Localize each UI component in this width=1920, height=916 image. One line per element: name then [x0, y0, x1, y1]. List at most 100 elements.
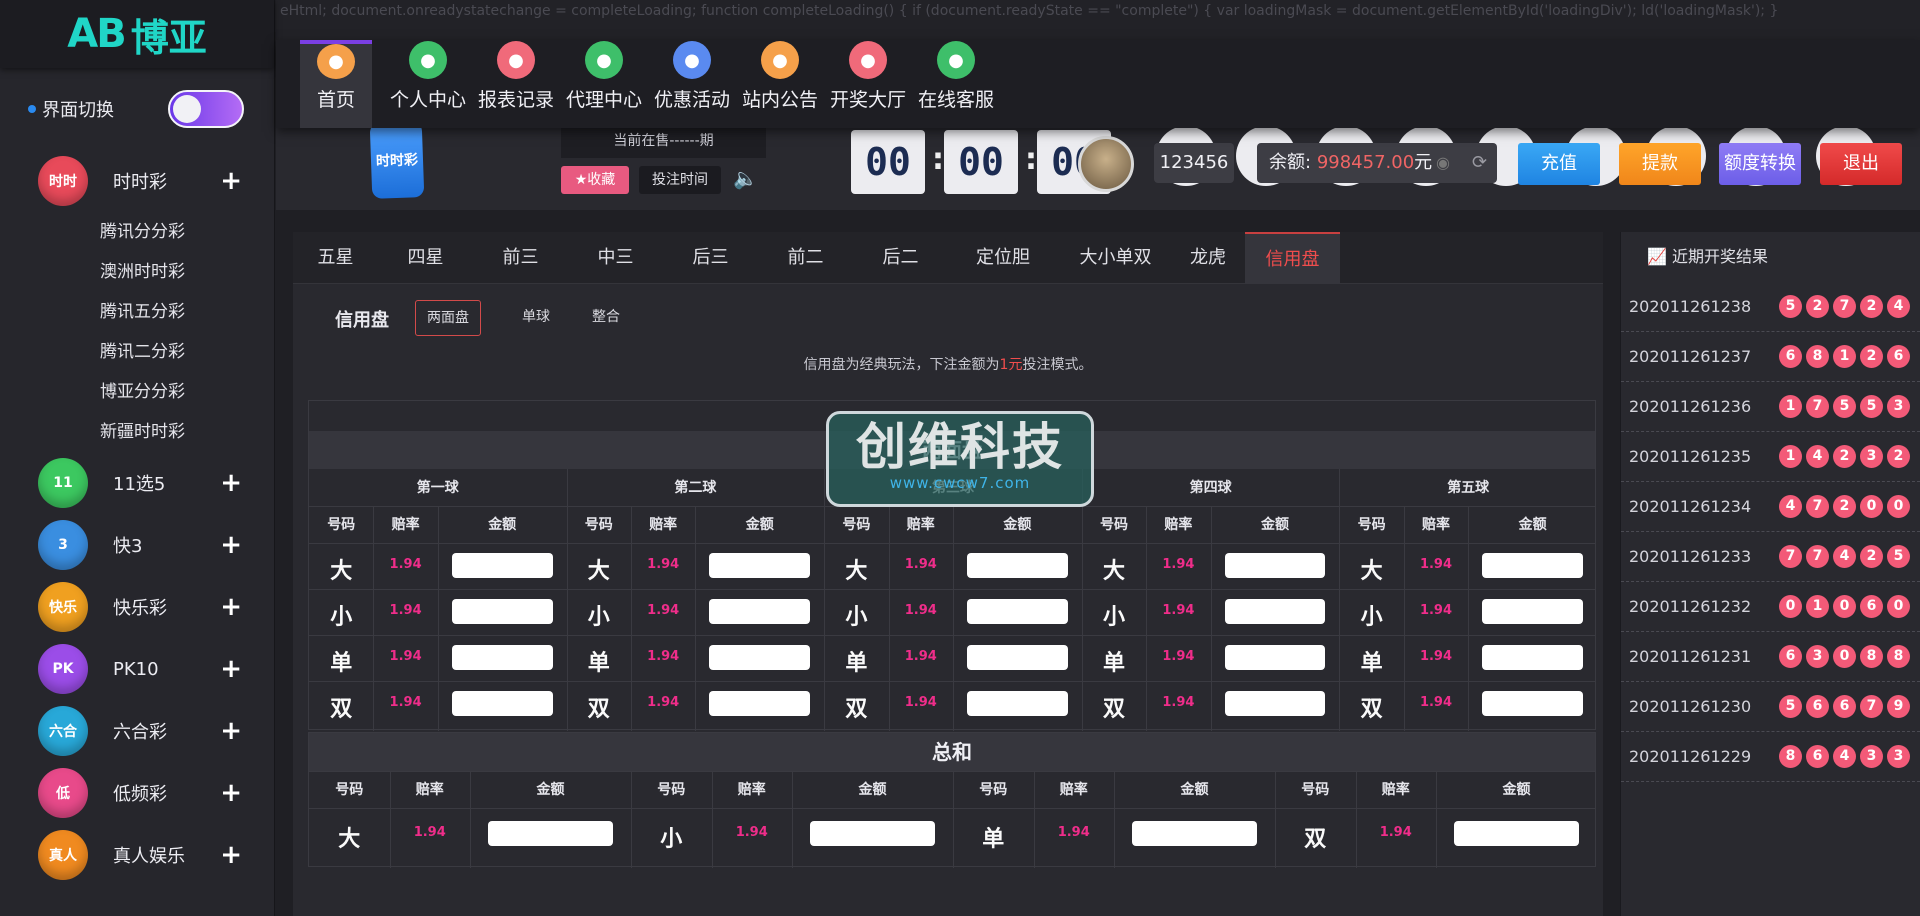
amount-input[interactable]	[1482, 599, 1583, 624]
amount-input[interactable]	[1482, 553, 1583, 578]
amount-input[interactable]	[709, 645, 811, 670]
play-tab[interactable]: 四星	[378, 232, 473, 284]
result-ball: 0	[1887, 495, 1910, 518]
logout-button[interactable]: 退出	[1820, 143, 1902, 185]
sidebar-category[interactable]: 快乐 快乐彩 +	[0, 576, 274, 638]
sidebar-category[interactable]: 低 低频彩 +	[0, 762, 274, 824]
amount-input[interactable]	[967, 645, 1068, 670]
plus-icon[interactable]: +	[220, 168, 242, 194]
nav-label: 优惠活动	[653, 89, 730, 111]
watermark-text: 创维科技	[856, 418, 1064, 476]
bet-number: 小	[587, 605, 610, 630]
amount-input[interactable]	[709, 691, 811, 716]
ball-header: 第四球	[1189, 480, 1232, 496]
play-tab[interactable]: 中三	[568, 232, 663, 284]
play-tab[interactable]: 后三	[663, 232, 758, 284]
nav-item[interactable]: ● 站内公告	[736, 40, 824, 128]
bet-number: 单	[587, 651, 610, 676]
bet-number: 大	[330, 559, 353, 584]
avatar[interactable]	[1078, 136, 1134, 192]
amount-input[interactable]	[1482, 645, 1583, 670]
info-bar: 时时彩 当前在售------期 ★收藏 投注时间 🔈 00 : 00 : 00 …	[276, 121, 1920, 210]
nav-item[interactable]: ● 报表记录	[472, 40, 560, 128]
sidebar-sub-item[interactable]: 新疆时时彩	[0, 412, 274, 452]
amount-input[interactable]	[967, 553, 1068, 578]
result-ball: 2	[1860, 345, 1883, 368]
nav-item[interactable]: ● 个人中心	[384, 40, 472, 128]
amount-input[interactable]	[810, 821, 935, 846]
play-tab[interactable]: 五星	[293, 232, 378, 284]
refresh-icon[interactable]: ⟳	[1472, 152, 1487, 173]
amount-input[interactable]	[1224, 691, 1326, 716]
amount-input[interactable]	[1482, 691, 1583, 716]
plus-icon[interactable]: +	[220, 780, 242, 806]
mode-two-sides[interactable]: 两面盘	[415, 300, 481, 336]
sidebar-category[interactable]: PK PK10 +	[0, 638, 274, 700]
sidebar-sub-item[interactable]: 腾讯二分彩	[0, 332, 274, 372]
sidebar-sub-item[interactable]: 博亚分分彩	[0, 372, 274, 412]
bet-time-button[interactable]: 投注时间	[639, 166, 721, 194]
amount-input[interactable]	[451, 599, 553, 624]
column-header: 号码	[1357, 517, 1386, 533]
play-tab[interactable]: 前二	[758, 232, 853, 284]
sidebar-sub-item[interactable]: 澳洲时时彩	[0, 252, 274, 292]
amount-input[interactable]	[709, 599, 811, 624]
odds-value: 1.94	[1419, 695, 1453, 710]
ball-header: 第二球	[674, 480, 717, 496]
plus-icon[interactable]: +	[220, 718, 242, 744]
amount-input[interactable]	[967, 691, 1068, 716]
amount-input[interactable]	[1132, 821, 1257, 846]
theme-toggle[interactable]	[168, 90, 244, 128]
sidebar-sub-item[interactable]: 腾讯分分彩	[0, 212, 274, 252]
amount-input[interactable]	[1224, 553, 1326, 578]
sidebar-sub-item[interactable]: 腾讯五分彩	[0, 292, 274, 332]
withdraw-button[interactable]: 提款	[1619, 143, 1701, 185]
amount-input[interactable]	[709, 553, 811, 578]
plus-icon[interactable]: +	[220, 470, 242, 496]
column-header: 号码	[584, 517, 613, 533]
category-label: 六合彩	[113, 722, 167, 743]
nav-item[interactable]: ● 首页	[300, 40, 372, 128]
grid-line	[711, 771, 713, 868]
mode-combined[interactable]: 整合	[573, 300, 639, 336]
favorite-button[interactable]: ★收藏	[561, 166, 629, 194]
amount-input[interactable]	[1224, 645, 1326, 670]
odds-value: 1.94	[904, 695, 937, 710]
recharge-button[interactable]: 充值	[1518, 143, 1600, 185]
plus-icon[interactable]: +	[220, 842, 242, 868]
transfer-button[interactable]: 额度转换	[1719, 143, 1801, 185]
result-ball: 8	[1887, 645, 1910, 668]
amount-input[interactable]	[451, 553, 553, 578]
odds-value: 1.94	[1379, 825, 1412, 840]
sidebar-category[interactable]: 11 11选5 +	[0, 452, 274, 514]
play-tab[interactable]: 后二	[853, 232, 948, 284]
play-tab[interactable]: 定位胆	[948, 232, 1058, 284]
sidebar-category[interactable]: 3 快3 +	[0, 514, 274, 576]
logo[interactable]: AB 博亚	[0, 0, 274, 68]
odds-value: 1.94	[904, 649, 937, 664]
sidebar-category[interactable]: 真人 真人娱乐 +	[0, 824, 274, 886]
amount-input[interactable]	[451, 645, 553, 670]
amount-input[interactable]	[967, 599, 1068, 624]
amount-input[interactable]	[1454, 821, 1579, 846]
nav-item[interactable]: ● 优惠活动	[648, 40, 736, 128]
nav-item[interactable]: ● 在线客服	[912, 40, 1000, 128]
plus-icon[interactable]: +	[220, 594, 242, 620]
play-tab[interactable]: 龙虎	[1173, 232, 1243, 284]
plus-icon[interactable]: +	[220, 656, 242, 682]
play-tab[interactable]: 信用盘	[1245, 232, 1340, 284]
amount-input[interactable]	[488, 821, 613, 846]
nav-item[interactable]: ● 代理中心	[560, 40, 648, 128]
play-tab[interactable]: 大小单双	[1058, 232, 1173, 284]
amount-input[interactable]	[451, 691, 553, 716]
plus-icon[interactable]: +	[220, 532, 242, 558]
sidebar-category[interactable]: 六合 六合彩 +	[0, 700, 274, 762]
nav-item[interactable]: ● 开奖大厅	[824, 40, 912, 128]
mode-single-ball[interactable]: 单球	[503, 300, 569, 336]
speaker-icon[interactable]: 🔈	[733, 166, 758, 190]
amount-input[interactable]	[1224, 599, 1326, 624]
sidebar-category[interactable]: 时时 时时彩 +	[0, 150, 274, 212]
play-tab[interactable]: 前三	[473, 232, 568, 284]
bet-number: 小	[1102, 605, 1125, 630]
eye-icon[interactable]: ◉	[1436, 153, 1450, 172]
